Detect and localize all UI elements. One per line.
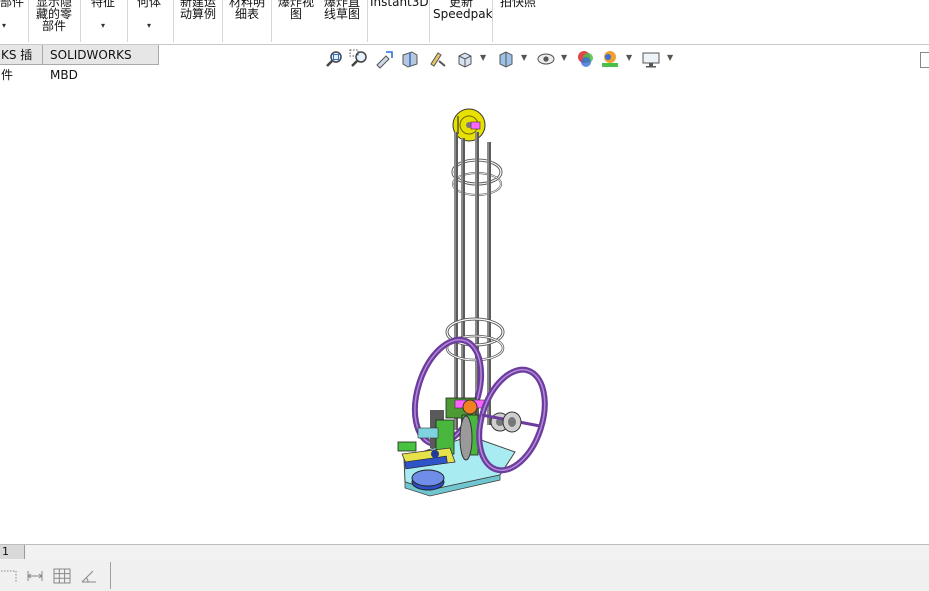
status-bar: [0, 560, 929, 591]
grid-icon[interactable]: [53, 568, 71, 584]
rod-highlights: [454, 132, 489, 440]
tab-solidworks-addins[interactable]: KS 插件: [0, 45, 43, 82]
ribbon-button-explode-line-sketch[interactable]: 爆炸直 线草图: [320, 0, 364, 20]
ribbon-separator: [367, 0, 368, 42]
angle-icon[interactable]: [80, 568, 98, 584]
zoom-to-area-icon[interactable]: [349, 49, 369, 69]
previous-view-icon[interactable]: [374, 49, 394, 69]
dynamic-annotation-icon[interactable]: [428, 49, 448, 69]
hide-show-items-icon[interactable]: [536, 49, 556, 69]
sheet-tab-bar: 1: [0, 544, 929, 560]
tab-solidworks-mbd[interactable]: SOLIDWORKS MBD: [42, 45, 159, 82]
ribbon-button-reference-geometry[interactable]: 何体 ▾: [132, 0, 166, 32]
ribbon-separator: [28, 0, 29, 42]
command-manager-ribbon: 部件 ▾ 显示隐 藏的零 部件 特征 ▾ 何体 ▾ 新建运 动算例 材料明 细表…: [0, 0, 929, 45]
ribbon-separator: [492, 0, 493, 42]
view-orientation-icon[interactable]: [455, 49, 475, 69]
ribbon-button-bill-of-materials[interactable]: 材料明 细表: [226, 0, 268, 20]
ribbon-separator: [271, 0, 272, 42]
ribbon-button-show-hidden-components[interactable]: 显示隐 藏的零 部件: [33, 0, 75, 32]
apply-scene-icon[interactable]: [600, 49, 620, 69]
task-pane-toggle-icon[interactable]: [920, 52, 929, 68]
ribbon-separator: [429, 0, 430, 42]
chevron-down-icon[interactable]: ▼: [667, 53, 673, 62]
chevron-down-icon[interactable]: ▾: [0, 20, 22, 32]
ribbon-button-assembly[interactable]: 部件 ▾: [0, 0, 24, 32]
status-separator: [110, 562, 111, 589]
vertical-rods: [454, 132, 491, 440]
ribbon-button-new-motion-study[interactable]: 新建运 动算例: [177, 0, 219, 20]
ribbon-separator: [80, 0, 81, 42]
ribbon-button-assembly-features[interactable]: 特征 ▾: [86, 0, 120, 32]
section-view-icon[interactable]: [400, 49, 420, 69]
chevron-down-icon[interactable]: ▼: [626, 53, 632, 62]
ribbon-button-update-speedpak[interactable]: 更新 Speedpak: [433, 0, 493, 20]
display-style-icon[interactable]: [496, 49, 516, 69]
ribbon-separator: [173, 0, 174, 42]
graphics-area[interactable]: [0, 70, 929, 544]
ribbon-separator: [222, 0, 223, 42]
edit-appearance-icon[interactable]: [576, 49, 596, 69]
ribbon-separator: [127, 0, 128, 42]
ribbon-button-instant3d[interactable]: Instant3D: [370, 0, 429, 8]
smart-dimension-icon[interactable]: [0, 568, 18, 584]
horizontal-dimension-icon[interactable]: [26, 568, 44, 584]
chevron-down-icon[interactable]: ▾: [132, 20, 166, 32]
chevron-down-icon[interactable]: ▾: [86, 20, 120, 32]
chevron-down-icon[interactable]: ▼: [561, 53, 567, 62]
tab-sheet-1[interactable]: 1: [0, 545, 25, 559]
chevron-down-icon[interactable]: ▼: [521, 53, 527, 62]
zoom-to-fit-icon[interactable]: [324, 49, 344, 69]
view-settings-icon[interactable]: [641, 49, 661, 69]
assembly-model: [397, 108, 548, 497]
chevron-down-icon[interactable]: ▼: [480, 53, 486, 62]
ribbon-button-take-snapshot[interactable]: 拍快照: [497, 0, 539, 8]
ribbon-button-exploded-view[interactable]: 爆炸视 图: [275, 0, 317, 20]
